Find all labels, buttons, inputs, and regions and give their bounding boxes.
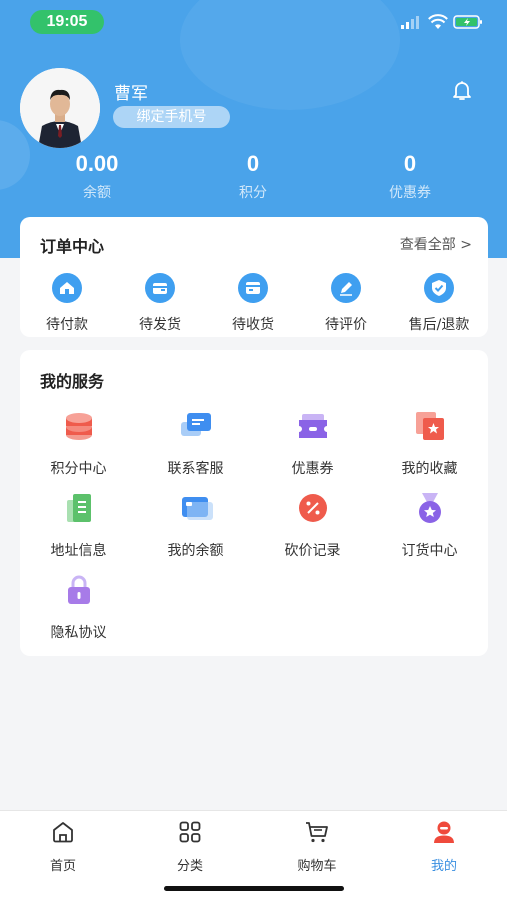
service-label: 我的余额 xyxy=(167,543,224,559)
discount-badge-icon xyxy=(298,494,327,522)
tab-mine[interactable]: 我的 xyxy=(381,819,507,874)
service-label: 积分中心 xyxy=(50,461,107,477)
package-icon xyxy=(238,273,268,303)
service-label: 优惠券 xyxy=(291,461,334,477)
service-customer-support[interactable]: 联系客服 xyxy=(137,408,254,478)
chat-bubbles-icon xyxy=(180,413,211,436)
stat-label: 优惠券 xyxy=(389,185,431,201)
stat-coupons[interactable]: 0 优惠券 xyxy=(335,150,485,202)
service-my-favorites[interactable]: 我的收藏 xyxy=(371,408,488,478)
service-label: 联系客服 xyxy=(167,461,224,477)
wallet-icon xyxy=(145,273,175,303)
service-privacy-policy[interactable]: 隐私协议 xyxy=(20,572,137,642)
order-item-label: 售后/退款 xyxy=(408,317,470,333)
tab-cart[interactable]: 购物车 xyxy=(254,819,380,874)
tab-home[interactable]: 首页 xyxy=(0,819,126,874)
lock-icon xyxy=(67,575,90,604)
tab-label: 首页 xyxy=(49,859,76,874)
account-stats: 0.00 余额 0 积分 0 优惠券 xyxy=(0,150,507,206)
tab-category[interactable]: 分类 xyxy=(127,819,253,874)
service-address-info[interactable]: 地址信息 xyxy=(20,490,137,560)
service-coupons[interactable]: 优惠券 xyxy=(254,408,371,478)
favorites-icon xyxy=(415,412,444,440)
tab-label: 购物车 xyxy=(297,859,337,874)
service-points-center[interactable]: 积分中心 xyxy=(20,408,137,478)
cart-icon xyxy=(306,822,328,843)
order-item-label: 待收货 xyxy=(232,317,274,333)
bell-icon[interactable] xyxy=(450,78,474,102)
service-label: 订货中心 xyxy=(401,543,458,559)
user-name: 曹军 xyxy=(114,84,148,104)
order-center-title: 订单中心 xyxy=(40,237,105,256)
view-all-orders-link[interactable]: 查看全部 > xyxy=(400,234,472,254)
my-services-card: 我的服务 积分中心 联系客服 优惠券 我的收藏 地址信息 我的余额 砍价记录 订… xyxy=(20,350,488,656)
pencil-icon xyxy=(331,273,361,303)
order-pending-receipt[interactable]: 待收货 xyxy=(206,273,300,334)
order-pending-shipment[interactable]: 待发货 xyxy=(113,273,207,334)
order-center-card: 订单中心 查看全部 > 待付款 待发货 待收货 待评价 售后/退款 xyxy=(20,217,488,337)
card-icon xyxy=(181,497,213,520)
wifi-icon xyxy=(428,14,448,29)
service-bargain-records[interactable]: 砍价记录 xyxy=(254,490,371,560)
signal-icon xyxy=(401,16,419,29)
bind-phone-button[interactable]: 绑定手机号 xyxy=(113,106,230,128)
stat-value: 0 xyxy=(246,151,260,176)
status-time: 19:05 xyxy=(30,10,104,34)
medal-icon xyxy=(418,493,441,523)
house-icon xyxy=(52,273,82,303)
stat-value: 0 xyxy=(403,151,417,176)
status-bar: 19:05 xyxy=(0,0,507,44)
order-after-sales[interactable]: 售后/退款 xyxy=(392,273,486,334)
stat-label: 积分 xyxy=(239,185,267,201)
service-label: 隐私协议 xyxy=(50,625,107,641)
avatar-photo xyxy=(20,68,100,148)
tab-label: 分类 xyxy=(176,859,203,874)
service-my-balance[interactable]: 我的余额 xyxy=(137,490,254,560)
service-label: 地址信息 xyxy=(50,543,107,559)
order-item-label: 待评价 xyxy=(325,317,367,333)
coins-stack-icon xyxy=(65,413,92,440)
document-icon xyxy=(66,494,91,522)
battery-icon xyxy=(453,15,482,29)
order-item-label: 待发货 xyxy=(139,317,181,333)
service-order-center[interactable]: 订货中心 xyxy=(371,490,488,560)
stat-label: 余额 xyxy=(83,185,111,201)
shield-check-icon xyxy=(424,273,454,303)
stat-points[interactable]: 0 积分 xyxy=(178,150,328,202)
service-label: 我的收藏 xyxy=(401,461,458,477)
stat-value: 0.00 xyxy=(75,151,119,176)
avatar[interactable] xyxy=(20,68,100,148)
tab-label: 我的 xyxy=(430,859,457,874)
ticket-icon xyxy=(298,414,327,438)
order-pending-payment[interactable]: 待付款 xyxy=(20,273,114,334)
my-services-title: 我的服务 xyxy=(40,372,105,391)
order-pending-review[interactable]: 待评价 xyxy=(299,273,393,334)
home-indicator xyxy=(164,886,344,891)
stat-balance[interactable]: 0.00 余额 xyxy=(22,150,172,202)
user-icon xyxy=(434,821,454,843)
home-icon xyxy=(53,822,73,843)
order-item-label: 待付款 xyxy=(46,317,88,333)
grid-icon xyxy=(179,821,201,843)
service-label: 砍价记录 xyxy=(284,543,341,559)
